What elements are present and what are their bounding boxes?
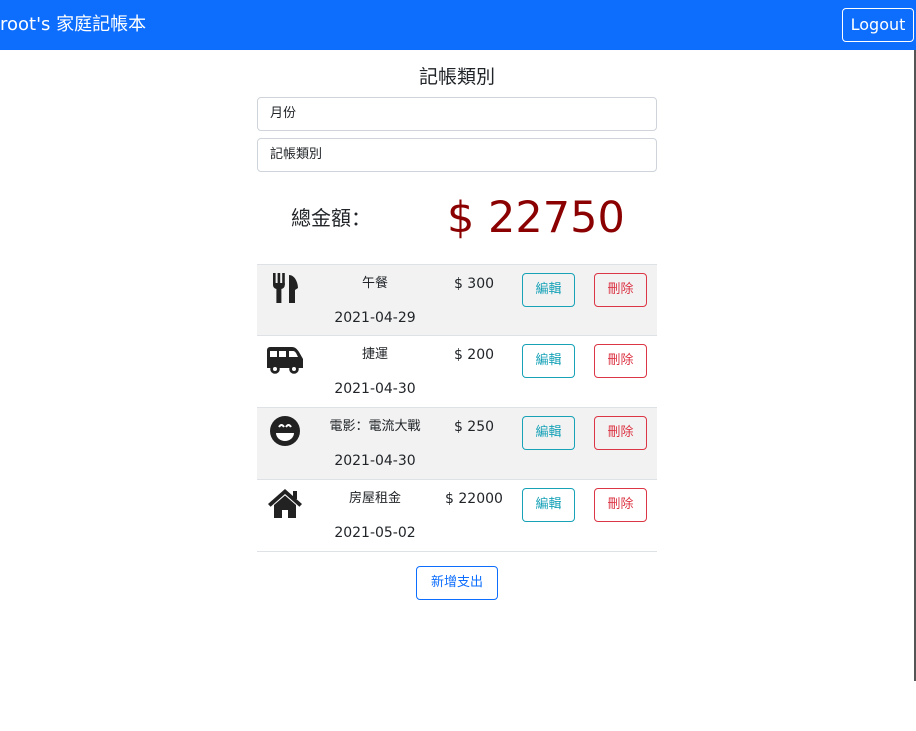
record-row: 午餐 $ 300 2021-04-29 編輯 刪除 (257, 264, 657, 336)
shuttle-van-icon (267, 347, 303, 374)
total-amount: $ 22750 (447, 193, 625, 243)
record-name: 捷運 (361, 347, 388, 362)
home-icon (268, 489, 302, 518)
navbar: root's 家庭記帳本 Logout (0, 0, 916, 50)
record-name: 電影：電流大戰 (329, 419, 421, 434)
delete-button[interactable]: 刪除 (594, 488, 647, 522)
delete-button[interactable]: 刪除 (594, 344, 647, 378)
record-row: 電影：電流大戰 $ 250 2021-04-30 編輯 刪除 (257, 407, 657, 479)
add-expense-button[interactable]: 新增支出 (416, 566, 498, 600)
record-date: 2021-04-30 (334, 381, 416, 397)
list-divider (257, 551, 657, 552)
page-title: 記帳類別 (418, 66, 495, 88)
record-amount: $ 200 (453, 347, 495, 363)
delete-button[interactable]: 刪除 (594, 416, 647, 450)
edit-button[interactable]: 編輯 (522, 273, 575, 307)
record-date: 2021-04-30 (334, 453, 416, 469)
month-select[interactable]: 月份 (257, 97, 657, 131)
record-row: 捷運 $ 200 2021-04-30 編輯 刪除 (257, 335, 657, 407)
record-date: 2021-04-29 (334, 310, 416, 326)
category-select[interactable]: 記帳類別 (257, 138, 657, 172)
record-row: 房屋租金 $ 22000 2021-05-02 編輯 刪除 (257, 479, 657, 551)
record-date: 2021-05-02 (334, 525, 416, 541)
total-label: 總金額： (291, 206, 371, 230)
record-amount: $ 300 (453, 276, 495, 292)
grin-icon (270, 416, 300, 446)
record-amount: $ 250 (453, 419, 495, 435)
brand-title[interactable]: root's 家庭記帳本 (0, 12, 146, 38)
record-name: 午餐 (361, 276, 388, 291)
logout-button[interactable]: Logout (842, 8, 914, 42)
delete-button[interactable]: 刪除 (594, 273, 647, 307)
record-amount: $ 22000 (445, 491, 503, 507)
record-name: 房屋租金 (348, 491, 401, 506)
edit-button[interactable]: 編輯 (522, 344, 575, 378)
edit-button[interactable]: 編輯 (522, 488, 575, 522)
utensils-icon (272, 273, 298, 303)
edit-button[interactable]: 編輯 (522, 416, 575, 450)
